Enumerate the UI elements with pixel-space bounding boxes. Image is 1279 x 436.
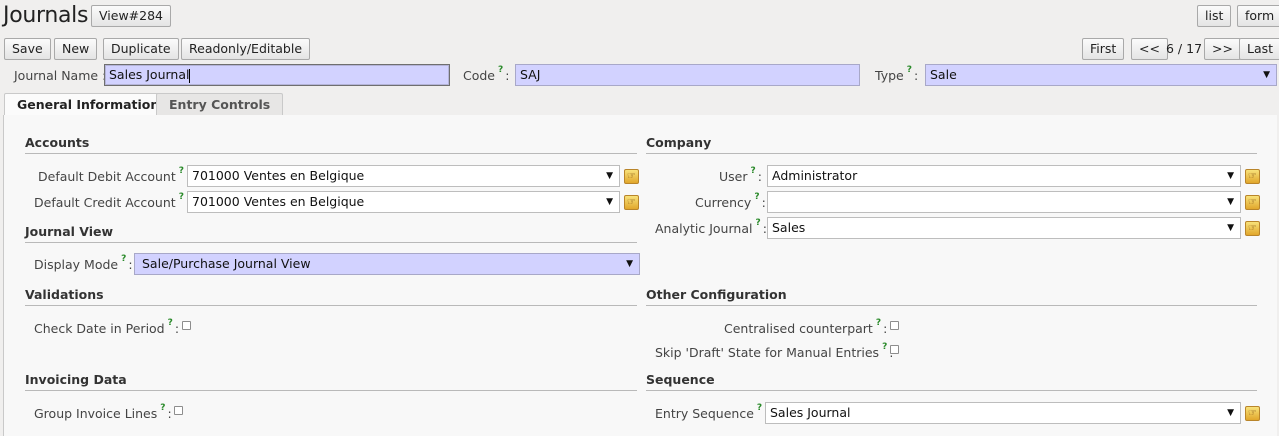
open-record-icon[interactable]: ☞ [1245, 169, 1260, 184]
display-mode-label: Display Mode?: [34, 254, 133, 272]
journal-name-input[interactable]: Sales Journal [104, 64, 450, 86]
chevron-down-icon: ▼ [606, 197, 613, 207]
save-button[interactable]: Save [4, 38, 51, 60]
default-credit-account-select[interactable]: 701000 Ventes en Belgique ▼ [187, 191, 620, 213]
centralised-counterpart-checkbox[interactable] [890, 321, 899, 330]
readonly-editable-button[interactable]: Readonly/Editable [181, 38, 311, 60]
chevron-down-icon: ▼ [626, 259, 633, 269]
default-credit-account-label: Default Credit Account?: [34, 192, 190, 210]
display-mode-select[interactable]: Sale/Purchase Journal View ▼ [134, 253, 640, 275]
analytic-journal-label: Analytic Journal?: [655, 218, 767, 236]
help-icon[interactable]: ? [160, 403, 165, 413]
centralised-counterpart-label: Centralised counterpart?: [724, 318, 888, 336]
section-divider [25, 153, 637, 154]
code-input[interactable]: SAJ [515, 64, 860, 86]
view-id-button[interactable]: View#284 [91, 5, 171, 27]
help-icon[interactable]: ? [168, 318, 173, 328]
pager-status: 6 / 17 [1166, 41, 1203, 56]
tab-panel [3, 115, 1277, 436]
skip-draft-state-label: Skip 'Draft' State for Manual Entries?: [655, 342, 894, 360]
group-invoice-lines-checkbox[interactable] [174, 406, 183, 415]
help-icon[interactable]: ? [757, 403, 762, 413]
invoicing-data-section-title: Invoicing Data [25, 372, 127, 387]
section-divider [646, 153, 1257, 154]
first-button[interactable]: First [1082, 38, 1125, 60]
accounts-section-title: Accounts [25, 135, 90, 150]
section-divider [25, 305, 637, 306]
next-button[interactable]: >> [1204, 38, 1241, 60]
section-divider [25, 242, 637, 243]
default-debit-account-select[interactable]: 701000 Ventes en Belgique ▼ [187, 165, 620, 187]
help-icon[interactable]: ? [755, 218, 760, 228]
entry-sequence-select[interactable]: Sales Journal ▼ [765, 402, 1241, 424]
validations-section-title: Validations [25, 287, 104, 302]
tab-general-information[interactable]: General Information [4, 93, 173, 116]
section-divider [646, 305, 1257, 306]
open-record-icon[interactable]: ☞ [624, 195, 639, 210]
chevron-down-icon: ▼ [1227, 171, 1234, 181]
skip-draft-state-checkbox[interactable] [890, 345, 899, 354]
open-record-icon[interactable]: ☞ [1245, 195, 1260, 210]
user-label: User?: [719, 166, 762, 184]
type-label: Type?: [875, 65, 919, 83]
chevron-down-icon: ▼ [606, 171, 613, 181]
chevron-down-icon: ▼ [1227, 223, 1234, 233]
page-title: Journals [3, 3, 89, 28]
entry-sequence-label: Entry Sequence?: [655, 403, 768, 421]
tab-bar: General Information Entry Controls [3, 93, 1276, 116]
new-button[interactable]: New [54, 38, 98, 60]
chevron-down-icon: ▼ [1227, 408, 1234, 418]
currency-select[interactable]: ▼ [767, 191, 1241, 213]
check-date-checkbox[interactable] [182, 321, 191, 330]
open-record-icon[interactable]: ☞ [1245, 406, 1260, 421]
group-invoice-lines-label: Group Invoice Lines?: [34, 403, 172, 421]
section-divider [25, 390, 637, 391]
open-record-icon[interactable]: ☞ [1245, 221, 1260, 236]
help-icon[interactable]: ? [907, 65, 912, 75]
help-icon[interactable]: ? [751, 166, 756, 176]
help-icon[interactable]: ? [498, 65, 503, 75]
help-icon[interactable]: ? [121, 254, 126, 264]
previous-button[interactable]: << [1131, 38, 1168, 60]
help-icon[interactable]: ? [179, 192, 184, 202]
last-button[interactable]: Last [1239, 38, 1279, 60]
help-icon[interactable]: ? [882, 342, 887, 352]
analytic-journal-select[interactable]: Sales ▼ [767, 217, 1241, 239]
user-select[interactable]: Administrator ▼ [767, 165, 1241, 187]
tab-entry-controls[interactable]: Entry Controls [156, 93, 284, 115]
list-view-button[interactable]: list [1197, 5, 1232, 27]
help-icon[interactable]: ? [876, 318, 881, 328]
journal-view-section-title: Journal View [25, 224, 114, 239]
type-select[interactable]: Sale ▼ [925, 64, 1277, 86]
help-icon[interactable]: ? [754, 192, 759, 202]
check-date-label: Check Date in Period?: [34, 318, 180, 336]
code-label: Code?: [463, 65, 510, 83]
company-section-title: Company [646, 135, 712, 150]
journal-name-label: Journal Name : [14, 68, 106, 83]
chevron-down-icon: ▼ [1227, 197, 1234, 207]
form-view-button[interactable]: form [1237, 5, 1279, 27]
section-divider [646, 390, 1257, 391]
open-record-icon[interactable]: ☞ [624, 169, 639, 184]
help-icon[interactable]: ? [179, 166, 184, 176]
other-configuration-section-title: Other Configuration [646, 287, 787, 302]
sequence-section-title: Sequence [646, 372, 715, 387]
chevron-down-icon: ▼ [1263, 70, 1270, 80]
default-debit-account-label: Default Debit Account?: [38, 166, 190, 184]
currency-label: Currency?: [695, 192, 766, 210]
duplicate-button[interactable]: Duplicate [103, 38, 179, 60]
